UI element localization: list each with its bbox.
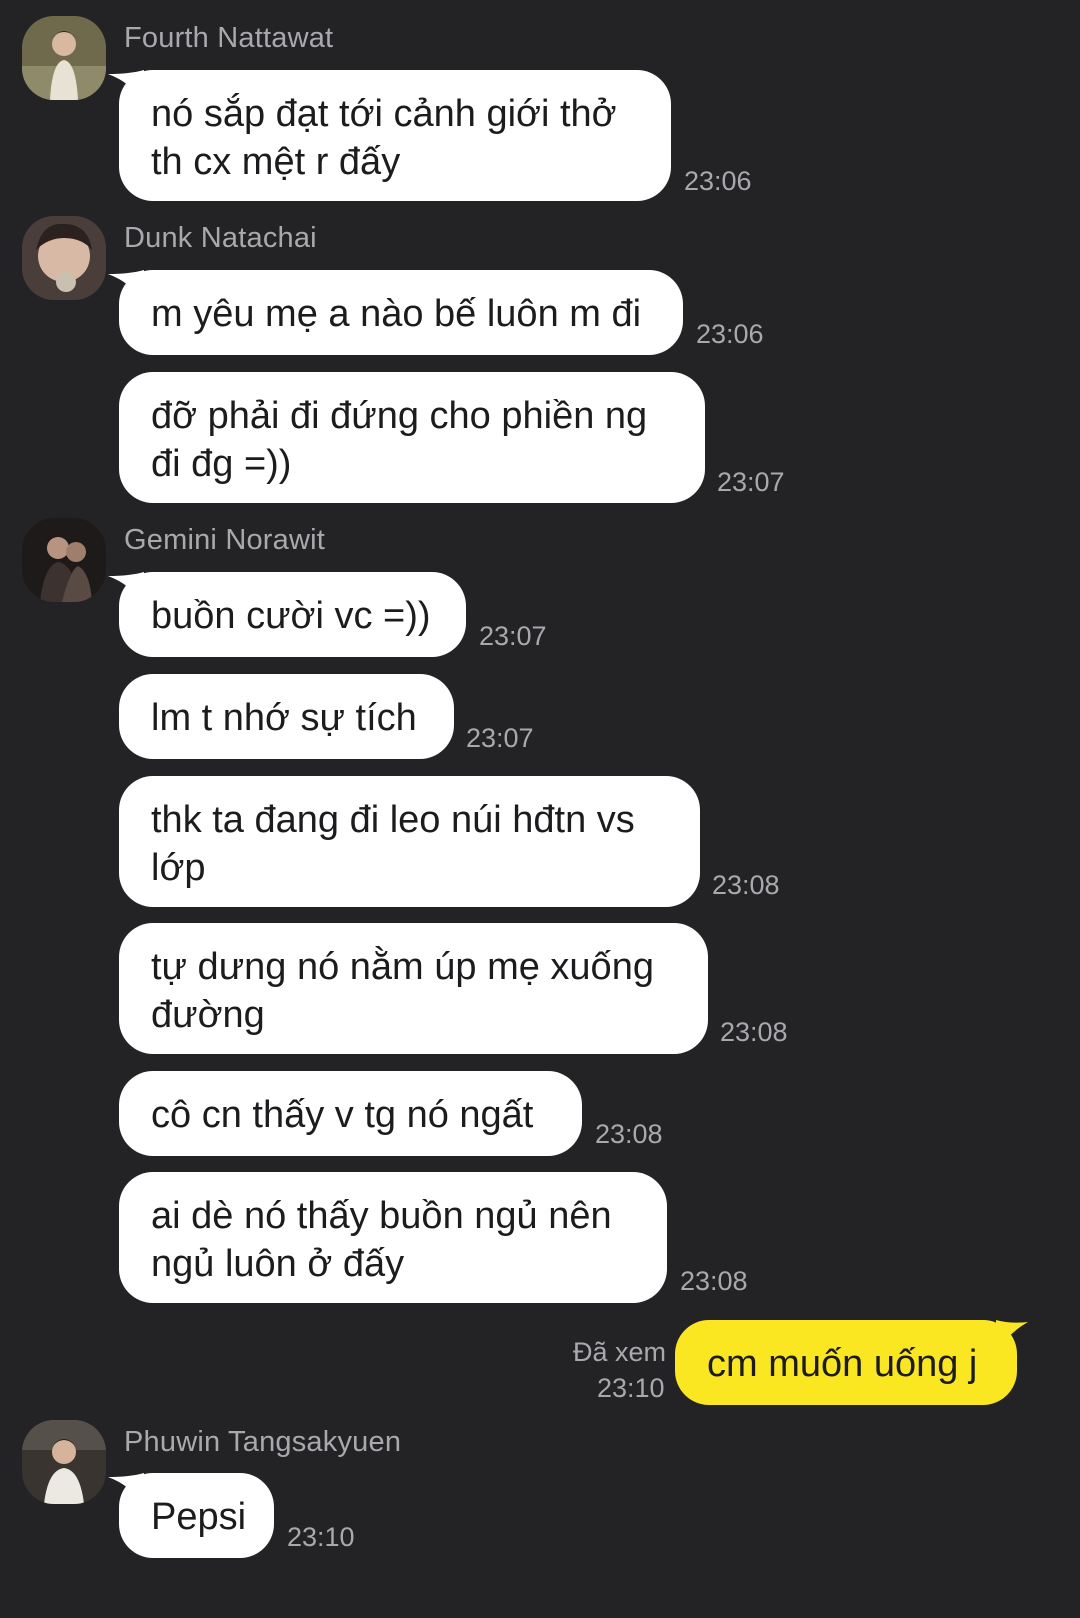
message-time: 23:08 (712, 870, 780, 900)
message-time: 23:08 (720, 1017, 788, 1047)
sender-name: Dunk Natachai (124, 222, 317, 254)
message-line: th cx mệt r đấy (151, 141, 401, 183)
message-time: 23:10 (597, 1373, 665, 1403)
read-receipt: Đã xem (573, 1337, 667, 1367)
user-avatar-icon (22, 518, 106, 602)
user-avatar-icon (22, 1420, 106, 1504)
bubble-tail (996, 1320, 1028, 1352)
message-time: 23:08 (680, 1266, 748, 1296)
message-bubble[interactable]: cô cn thấy v tg nó ngất (119, 1071, 582, 1156)
user-avatar-icon (22, 16, 106, 100)
message-bubble[interactable]: m yêu mẹ a nào bế luôn m đi (119, 270, 683, 355)
message-line: lớp (151, 847, 206, 889)
avatar-gemini-norawit[interactable] (22, 518, 106, 602)
message-time: 23:07 (479, 621, 547, 651)
sender-name: Phuwin Tangsakyuen (124, 1426, 402, 1458)
message-time: 23:06 (684, 166, 752, 196)
message-bubble[interactable]: nó sắp đạt tới cảnh giới thở th cx mệt r… (119, 70, 671, 201)
message-bubble[interactable]: đỡ phải đi đứng cho phiền ng đi đg =)) (119, 372, 705, 503)
message-line: cô cn thấy v tg nó ngất (151, 1094, 534, 1136)
message-line: đi đg =)) (151, 443, 292, 485)
message-line: thk ta đang đi leo núi hđtn vs (151, 799, 635, 841)
message-time: 23:10 (287, 1522, 355, 1552)
message-bubble[interactable]: Pepsi (119, 1473, 274, 1558)
message-time: 23:06 (696, 319, 764, 349)
message-time: 23:07 (717, 467, 785, 497)
message-bubble[interactable]: buồn cười vc =)) (119, 572, 466, 657)
sender-name: Gemini Norawit (124, 524, 326, 556)
message-time: 23:08 (595, 1119, 663, 1149)
sender-name: Fourth Nattawat (124, 22, 334, 54)
user-avatar-icon (22, 216, 106, 300)
message-line: đỡ phải đi đứng cho phiền ng (151, 395, 648, 437)
message-line: ngủ luôn ở đấy (151, 1243, 405, 1285)
avatar-phuwin-tangsakyuen[interactable] (22, 1420, 106, 1504)
avatar-fourth-nattawat[interactable] (22, 16, 106, 100)
message-bubble[interactable]: tự dưng nó nằm úp mẹ xuống đường (119, 923, 708, 1054)
message-time: 23:07 (466, 723, 534, 753)
message-line: buồn cười vc =)) (151, 595, 431, 637)
message-line: cm muốn uống j (707, 1343, 978, 1385)
message-bubble[interactable]: lm t nhớ sự tích (119, 674, 454, 759)
outgoing-message-bubble[interactable]: cm muốn uống j (675, 1320, 1017, 1405)
message-line: ai dè nó thấy buồn ngủ nên (151, 1195, 612, 1237)
message-line: Pepsi (151, 1496, 247, 1538)
message-line: lm t nhớ sự tích (151, 697, 417, 739)
message-bubble[interactable]: thk ta đang đi leo núi hđtn vs lớp (119, 776, 700, 907)
message-bubble[interactable]: ai dè nó thấy buồn ngủ nên ngủ luôn ở đấ… (119, 1172, 667, 1303)
message-line: đường (151, 994, 265, 1036)
message-line: nó sắp đạt tới cảnh giới thở (151, 93, 617, 135)
message-line: m yêu mẹ a nào bế luôn m đi (151, 293, 642, 335)
message-line: tự dưng nó nằm úp mẹ xuống (151, 946, 654, 988)
avatar-dunk-natachai[interactable] (22, 216, 106, 300)
